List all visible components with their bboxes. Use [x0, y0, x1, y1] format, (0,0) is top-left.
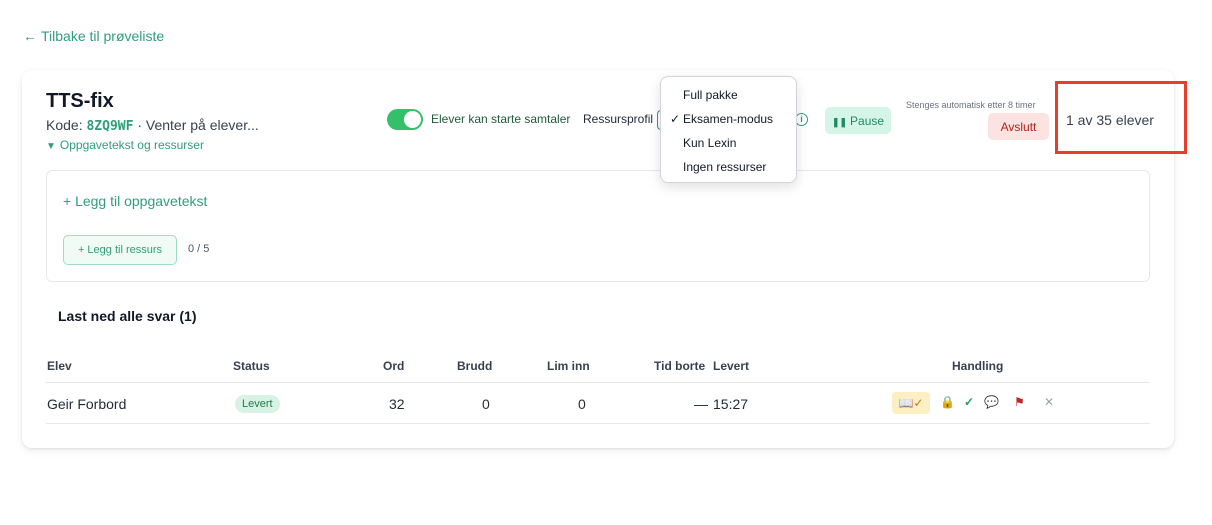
table-header-divider: [46, 382, 1150, 383]
resources-panel: + Legg til oppgavetekst + Legg til ressu…: [46, 170, 1150, 282]
pause-label: Pause: [850, 113, 885, 128]
pause-button[interactable]: ❚❚ Pause: [825, 107, 891, 134]
test-title: TTS-fix: [46, 90, 114, 112]
lock-icon[interactable]: 🔒: [940, 393, 955, 411]
allow-conversations-label: Elever kan starte samtaler: [431, 112, 571, 126]
cell-breaches: 0: [482, 396, 490, 412]
back-to-test-list-link[interactable]: ← Tilbake til prøveliste: [23, 28, 164, 44]
option-label: Ingen ressurser: [683, 160, 767, 174]
auto-close-notice: Stenges automatisk etter 8 timer: [906, 100, 1036, 110]
table-row-divider: [46, 423, 1150, 424]
header-delivered: Levert: [713, 359, 750, 373]
pause-icon: ❚❚: [831, 116, 848, 127]
book-check-icon[interactable]: 📖✓: [892, 392, 930, 414]
task-resources-toggle[interactable]: ▼ Oppgavetekst og ressurser: [46, 138, 204, 152]
resources-toggle-label: Oppgavetekst og ressurser: [59, 138, 204, 152]
resource-count: 0 / 5: [188, 243, 210, 255]
test-code: 8ZQ9WF: [86, 119, 134, 134]
cell-student: Geir Forbord: [47, 396, 127, 412]
back-link-label: Tilbake til prøveliste: [41, 28, 165, 44]
close-icon[interactable]: ✕: [1044, 393, 1054, 411]
dropdown-option-lexin-only[interactable]: Kun Lexin: [661, 131, 796, 155]
dropdown-option-full-package[interactable]: Full pakke: [661, 83, 796, 107]
check-icon[interactable]: ✓: [964, 393, 974, 411]
cell-time-away: —: [694, 396, 708, 412]
cell-words: 32: [389, 396, 405, 412]
triangle-down-icon: ▼: [46, 141, 56, 152]
header-time-away: Tid borte: [654, 359, 706, 373]
dropdown-option-exam-mode[interactable]: ✓ Eksamen-modus: [661, 107, 796, 131]
highlight-annotation-box: [1055, 81, 1187, 154]
arrow-left-icon: ←: [23, 28, 37, 44]
add-task-text-link[interactable]: + Legg til oppgavetekst: [63, 193, 207, 209]
end-test-button[interactable]: Avslutt: [988, 113, 1049, 140]
switch-knob: [404, 111, 421, 128]
code-line: Kode: 8ZQ9WF · Venter på elever...: [46, 117, 259, 134]
option-label: Full pakke: [683, 88, 738, 102]
option-label: Kun Lexin: [683, 136, 737, 150]
header-words: Ord: [383, 359, 405, 373]
header-breaches: Brudd: [457, 359, 493, 373]
header-pastes: Lim inn: [547, 359, 590, 373]
cell-delivered: 15:27: [713, 396, 749, 412]
cell-pastes: 0: [578, 396, 586, 412]
dropdown-option-no-resources[interactable]: Ingen ressurser: [661, 155, 796, 179]
resource-profile-label: Ressursprofil: [583, 112, 654, 126]
resource-profile-dropdown: Full pakke ✓ Eksamen-modus Kun Lexin Inge…: [660, 76, 797, 183]
flag-icon[interactable]: ⚑: [1014, 393, 1025, 411]
status-badge: Levert: [235, 395, 280, 413]
header-student: Elev: [47, 359, 72, 373]
waiting-status: · Venter på elever...: [137, 117, 259, 133]
option-label: Eksamen-modus: [683, 112, 774, 126]
comment-icon[interactable]: 💬: [984, 393, 999, 411]
download-all-answers-button[interactable]: Last ned alle svar (1): [58, 308, 197, 324]
allow-conversations-switch[interactable]: [387, 109, 423, 130]
header-action: Handling: [952, 359, 1004, 373]
add-resource-button[interactable]: + Legg til ressurs: [63, 235, 177, 265]
check-icon: ✓: [670, 112, 681, 126]
code-label: Kode:: [46, 117, 83, 133]
header-status: Status: [233, 359, 270, 373]
test-card: TTS-fix Kode: 8ZQ9WF · Venter på elever.…: [22, 70, 1187, 448]
